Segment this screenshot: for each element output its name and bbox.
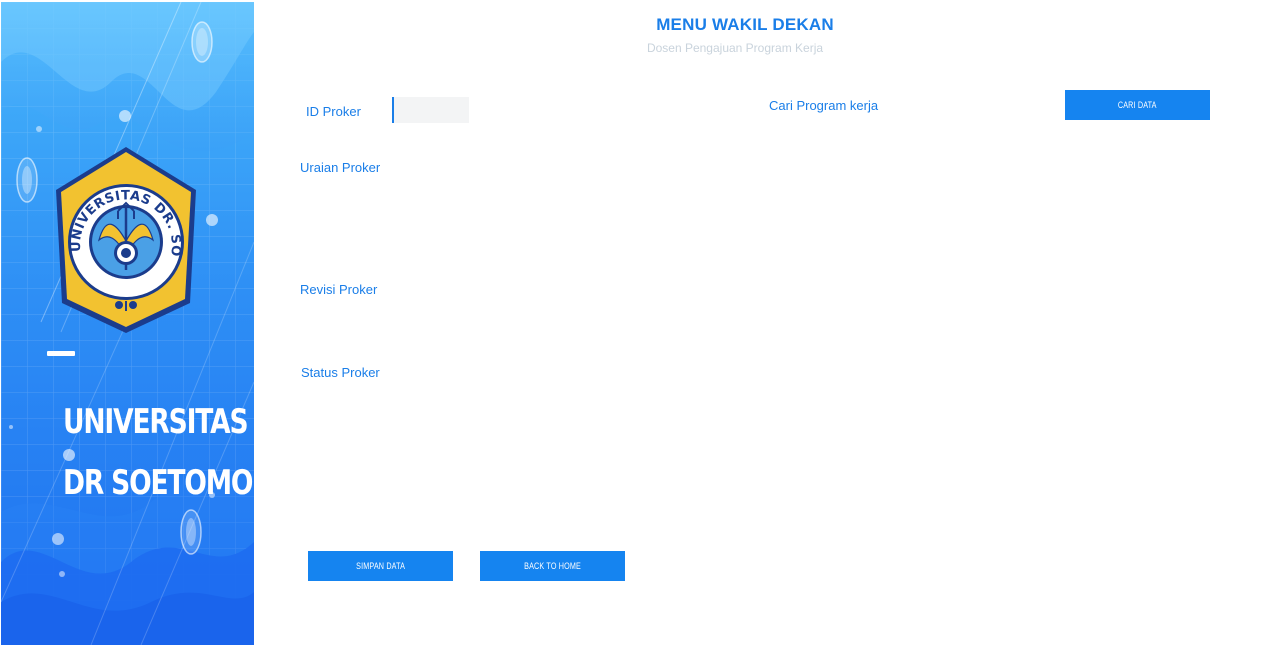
id-proker-label: ID Proker — [306, 104, 361, 119]
search-program-label: Cari Program kerja — [769, 98, 879, 113]
page-subtitle: Dosen Pengajuan Program Kerja — [646, 41, 824, 55]
university-name-line1: UNIVERSITAS — [63, 402, 249, 442]
back-home-button-label: BACK TO HOME — [524, 561, 581, 571]
sidebar-divider — [47, 351, 75, 356]
sidebar-panel: UNIVERSITAS DR. SOETOMO UNIVERSITAS DR S… — [1, 2, 254, 645]
status-proker-label: Status Proker — [301, 365, 380, 380]
university-name-line2: DR SOETOMO — [63, 463, 253, 503]
page-title: MENU WAKIL DEKAN — [656, 15, 834, 34]
revisi-proker-label: Revisi Proker — [300, 282, 378, 297]
save-button-label: SIMPAN DATA — [356, 561, 405, 571]
university-logo: UNIVERSITAS DR. SOETOMO — [54, 145, 196, 333]
uraian-proker-label: Uraian Proker — [300, 160, 381, 175]
save-button[interactable]: SIMPAN DATA — [308, 551, 453, 581]
university-name: UNIVERSITAS DR SOETOMO — [63, 392, 253, 514]
back-home-button[interactable]: BACK TO HOME — [480, 551, 625, 581]
id-proker-input[interactable] — [392, 97, 469, 123]
search-button-label: CARI DATA — [1118, 100, 1157, 110]
search-button[interactable]: CARI DATA — [1065, 90, 1210, 120]
